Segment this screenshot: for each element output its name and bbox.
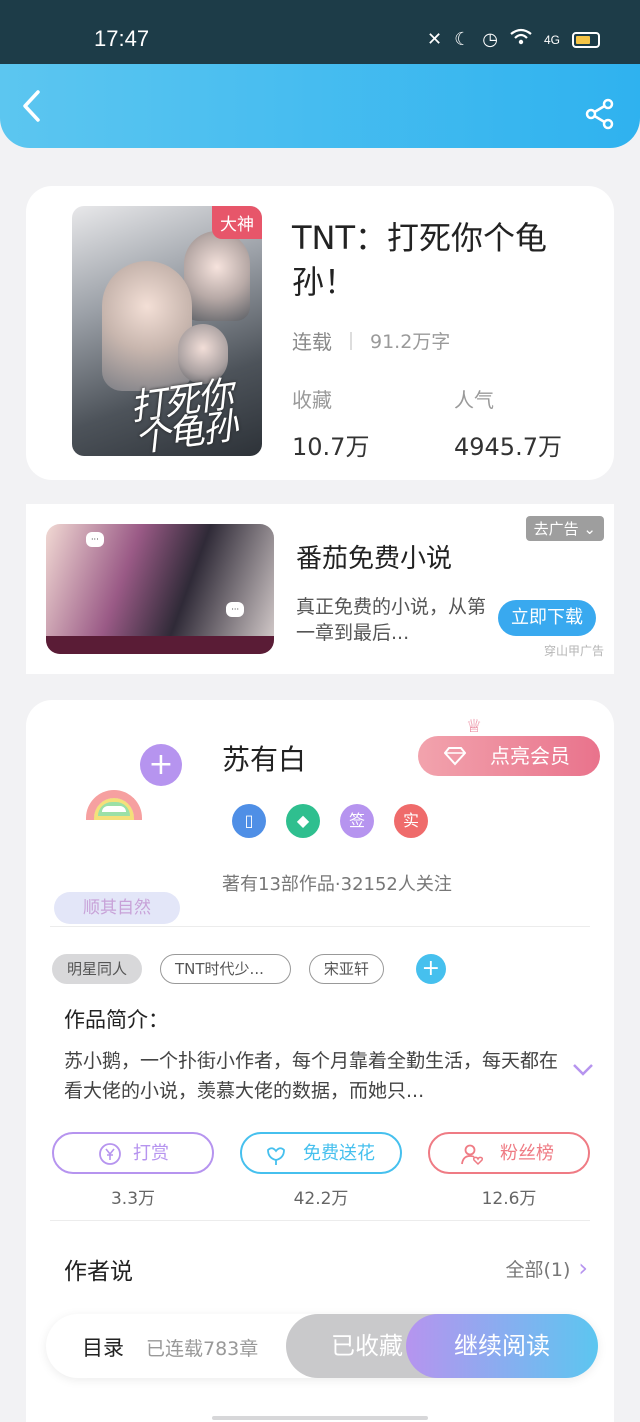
chevron-right-icon: › <box>578 1254 588 1282</box>
cover-figure <box>102 261 192 391</box>
moon-icon: ☾ <box>454 28 471 50</box>
bottom-bar: 目录 已连载783章 已收藏 继续阅读 <box>46 1314 598 1378</box>
stat-value: 10.7万 <box>292 433 370 461</box>
tag-chip[interactable]: TNT时代少... <box>160 954 291 984</box>
ad-card[interactable]: ··· ··· 番茄免费小说 真正免费的小说，从第一章到最后... 去广告 ⌄ … <box>26 504 614 674</box>
divider <box>50 926 590 927</box>
book-cover[interactable]: 打死你个龟孙 大神 <box>72 206 262 456</box>
send-flower-button[interactable]: 免费送花 <box>240 1132 402 1174</box>
author-badges: ▯ ◆ 签 实 <box>232 804 428 838</box>
avatar[interactable] <box>86 790 142 820</box>
stat-label: 收藏 <box>292 388 332 412</box>
book-info-card: 打死你个龟孙 大神 TNT：打死你个龟孙！ 连载 91.2万字 收藏 10.7万… <box>26 186 614 480</box>
chevron-down-icon: ⌄ <box>583 520 596 538</box>
yen-icon <box>99 1143 121 1165</box>
fans-count: 12.6万 <box>481 1189 537 1209</box>
stat-label: 人气 <box>454 388 494 412</box>
flower-action: 免费送花 42.2万 <box>240 1132 402 1209</box>
intro-label: 作品简介： <box>64 1008 169 1032</box>
vip-label: 点亮会员 <box>490 744 570 768</box>
fans-action: 粉丝榜 12.6万 <box>428 1132 590 1209</box>
divider <box>50 1220 590 1221</box>
ad-description: 真正免费的小说，从第一章到最后... <box>296 596 487 644</box>
share-icon[interactable] <box>584 98 616 130</box>
vibrate-off-icon: ✕ <box>427 28 443 50</box>
tip-button[interactable]: 打赏 <box>52 1132 214 1174</box>
author-say-all-label: 全部(1) <box>505 1258 571 1281</box>
sign-badge: 签 <box>340 804 374 838</box>
chapter-count: 已连载783章 <box>146 1338 259 1360</box>
ad-source: 穿山甲广告 <box>543 644 604 658</box>
nickname-tag: 顺其自然 <box>54 892 180 924</box>
tip-action: 打赏 3.3万 <box>52 1132 214 1209</box>
book-title: TNT：打死你个龟孙！ <box>292 219 548 301</box>
ad-title: 番茄免费小说 <box>296 544 453 574</box>
chevron-down-icon[interactable] <box>572 1062 594 1076</box>
intro-text: 苏小鹅，一个扑街小作者，每个月靠着全勤生活，每天都在看大佬的小说，羡慕大佬的数据… <box>64 1050 559 1102</box>
phone-badge-icon: ▯ <box>232 804 266 838</box>
author-say-all-link[interactable]: 全部(1) › <box>505 1254 588 1282</box>
word-count: 91.2万字 <box>370 331 451 353</box>
tag-list: 明星同人 TNT时代少... 宋亚轩 + <box>52 954 446 984</box>
author-name[interactable]: 苏有白 <box>222 738 306 778</box>
wifi-icon <box>510 28 532 51</box>
crown-icon: ♕ <box>465 716 482 737</box>
ad-image-bubble: ··· <box>86 532 104 547</box>
fans-rank-button[interactable]: 粉丝榜 <box>428 1132 590 1174</box>
author-stats: 著有13部作品·32152人关注 <box>222 874 452 895</box>
tip-count: 3.3万 <box>110 1189 156 1209</box>
remove-ad-button[interactable]: 去广告 ⌄ <box>525 516 604 541</box>
flower-icon <box>267 1147 285 1165</box>
remove-ad-label: 去广告 <box>533 520 579 538</box>
continue-reading-button[interactable]: 继续阅读 <box>406 1314 598 1378</box>
flower-count: 42.2万 <box>293 1189 349 1209</box>
tag-chip[interactable]: 明星同人 <box>52 954 143 984</box>
toc-button[interactable]: 目录 <box>82 1332 124 1362</box>
follow-plus-icon[interactable]: + <box>140 744 182 786</box>
serial-status: 连载 <box>292 330 332 354</box>
popularity-stat: 人气 4945.7万 <box>454 384 562 462</box>
alarm-icon: ◷ <box>482 28 498 50</box>
ad-image-banner <box>46 636 274 654</box>
diamond-icon <box>444 747 466 766</box>
vip-button[interactable]: 点亮会员 <box>418 736 600 776</box>
status-icons: ✕ ☾ ◷ 4G <box>427 28 600 51</box>
author-say-title: 作者说 <box>64 1259 133 1285</box>
book-meta: 连载 91.2万字 <box>292 326 450 355</box>
status-bar: 17:47 ✕ ☾ ◷ 4G <box>0 0 640 64</box>
back-arrow-icon[interactable] <box>20 88 50 124</box>
diamond-badge-icon: ◆ <box>286 804 320 838</box>
signal-icon: 4G <box>543 32 560 47</box>
cover-figure <box>184 231 250 321</box>
status-time: 17:47 <box>94 26 150 51</box>
ad-image[interactable]: ··· ··· <box>46 524 274 654</box>
real-badge: 实 <box>394 804 428 838</box>
ad-image-bubble: ··· <box>226 602 244 617</box>
favorites-stat: 收藏 10.7万 <box>292 384 369 462</box>
add-tag-icon[interactable]: + <box>415 954 446 984</box>
great-author-badge: 大神 <box>212 206 262 239</box>
home-indicator <box>212 1416 428 1420</box>
user-heart-icon <box>461 1144 484 1166</box>
app-bar <box>0 64 640 148</box>
cover-title-art: 打死你个龟孙 <box>127 374 239 456</box>
tag-chip[interactable]: 宋亚轩 <box>308 954 384 984</box>
meta-divider <box>350 331 352 350</box>
battery-icon <box>572 31 600 48</box>
download-button[interactable]: 立即下载 <box>498 600 596 636</box>
stat-value: 4945.7万 <box>454 433 562 461</box>
